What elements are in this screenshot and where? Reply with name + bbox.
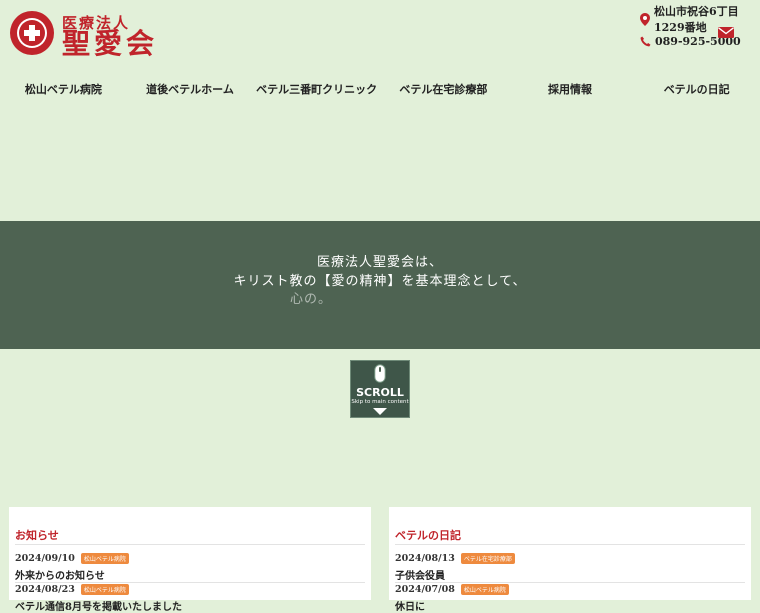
news-item-title[interactable]: ベテル通信8月号を掲載いたしました	[15, 598, 365, 613]
nav-item-dogo-bethel-home[interactable]: 道後ベテルホーム	[127, 80, 254, 100]
scroll-label: SCROLL	[356, 386, 404, 399]
hero-line-2: キリスト教の【愛の精神】を基本理念として、	[233, 274, 527, 289]
nav-item-home-care[interactable]: ベテル在宅診療部	[380, 80, 507, 100]
location-pin-icon	[640, 12, 650, 26]
diary-item-date: 2024/07/08	[395, 583, 455, 595]
hero-line-3: 心の。	[290, 292, 333, 307]
diary-title-divider	[395, 544, 745, 545]
mail-icon[interactable]	[718, 27, 734, 38]
chevron-down-icon	[373, 408, 387, 415]
contact-block: 松山市祝谷6丁目1229番地 089-925-5000	[640, 5, 760, 52]
phone-icon	[640, 36, 651, 46]
scroll-sublabel: Skip to main content	[351, 399, 409, 405]
diary-item-badge: ベテル在宅診療部	[460, 552, 515, 564]
mouse-icon	[374, 364, 386, 383]
nav-item-sanbancho-clinic[interactable]: ベテル三番町クリニック	[253, 80, 380, 100]
main-nav: 松山ベテル病院 道後ベテルホーム ベテル三番町クリニック ベテル在宅診療部 採用…	[0, 80, 760, 100]
address-row: 松山市祝谷6丁目1229番地	[640, 5, 760, 34]
hero-line-1: 医療法人聖愛会は、	[316, 255, 443, 270]
diary-title: ベテルの日記	[395, 529, 461, 542]
diary-item-title[interactable]: 子供会役員	[395, 567, 745, 582]
diary-item[interactable]: 2024/08/13 ベテル在宅診療部 子供会役員	[395, 552, 745, 583]
diary-item[interactable]: 2024/07/08 松山ベテル病院 休日に	[395, 583, 745, 613]
news-item-badge: 松山ベテル病院	[80, 552, 129, 564]
address-text: 松山市祝谷6丁目1229番地	[654, 5, 739, 34]
news-item[interactable]: 2024/08/23 松山ベテル病院 ベテル通信8月号を掲載いたしました	[15, 583, 365, 613]
news-panel: お知らせ 2024/09/10 松山ベテル病院 外来からのお知らせ 2024/0…	[9, 507, 371, 613]
logo-emblem-icon[interactable]	[9, 10, 55, 56]
diary-item-title[interactable]: 休日に	[395, 598, 745, 613]
site-header: 医療法人 聖愛会 松山市祝谷6丁目1229番地 089-925-5000	[0, 0, 760, 68]
brand-title[interactable]: 聖愛会	[62, 27, 158, 61]
news-item-title[interactable]: 外来からのお知らせ	[15, 567, 365, 582]
diary-panel: ベテルの日記 2024/08/13 ベテル在宅診療部 子供会役員 2024/07…	[389, 507, 751, 613]
news-title: お知らせ	[15, 529, 59, 542]
news-item[interactable]: 2024/09/10 松山ベテル病院 外来からのお知らせ	[15, 552, 365, 583]
scroll-button[interactable]: SCROLL Skip to main content	[350, 360, 410, 418]
nav-item-recruit[interactable]: 採用情報	[507, 80, 634, 100]
hero-banner: 医療法人聖愛会は、 キリスト教の【愛の精神】を基本理念として、 心の。	[0, 221, 760, 349]
news-title-divider	[15, 544, 365, 545]
news-item-date: 2024/08/23	[15, 583, 75, 595]
nav-item-matsuyama-bethel-hospital[interactable]: 松山ベテル病院	[0, 80, 127, 100]
nav-item-diary[interactable]: ベテルの日記	[633, 80, 760, 100]
news-item-date: 2024/09/10	[15, 552, 75, 564]
diary-item-date: 2024/08/13	[395, 552, 455, 564]
news-item-badge: 松山ベテル病院	[80, 583, 129, 595]
diary-item-badge: 松山ベテル病院	[460, 583, 509, 595]
